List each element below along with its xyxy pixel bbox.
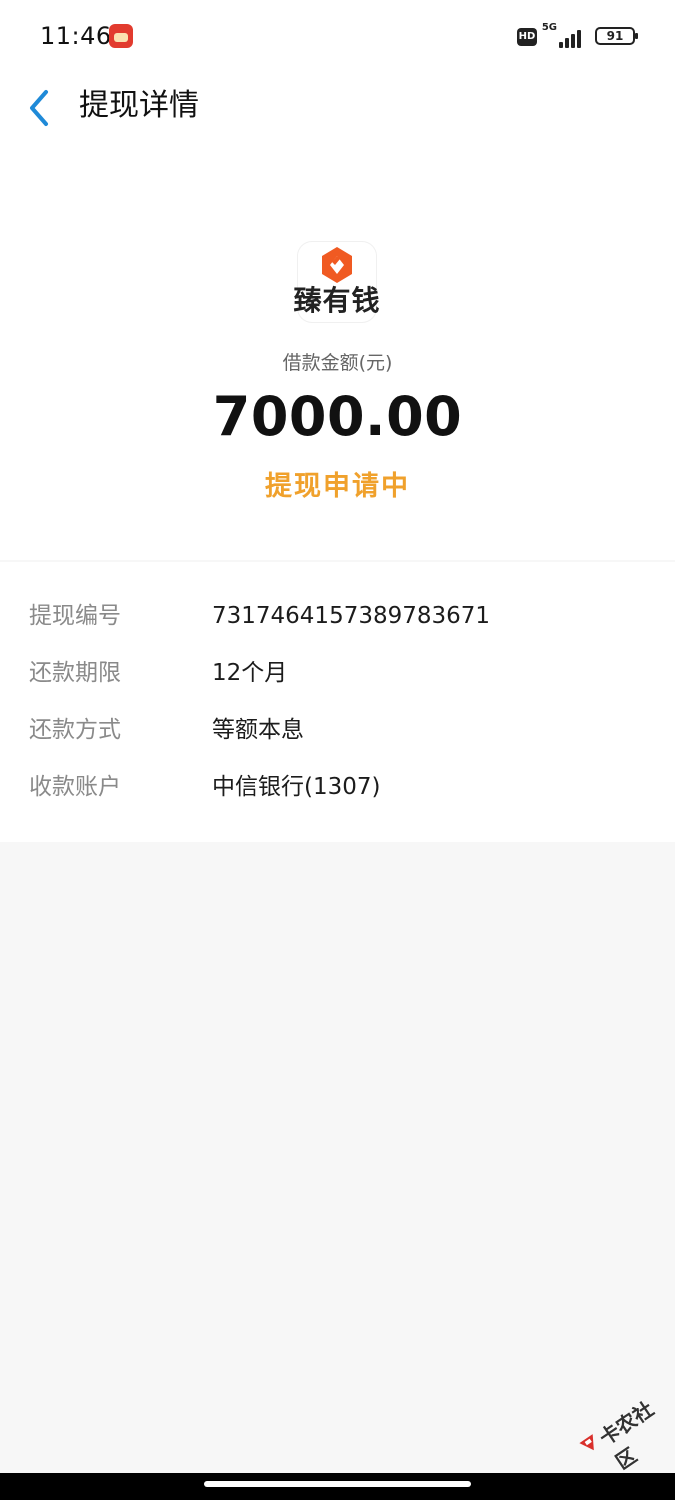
detail-label: 收款账户 <box>29 774 121 800</box>
detail-row-withdrawal-id: 提现编号 7317464157389783671 <box>0 596 675 636</box>
app-notification-icon <box>109 24 133 48</box>
detail-row-receiving-account: 收款账户 中信银行(1307) <box>0 767 675 807</box>
detail-label: 还款期限 <box>29 660 121 686</box>
back-button[interactable] <box>22 86 62 130</box>
brand-logo-text: 臻有钱 <box>293 284 381 317</box>
detail-label: 提现编号 <box>29 603 121 629</box>
status-time: 11:46 <box>40 22 112 50</box>
watermark: 卡农社区 <box>571 1381 673 1474</box>
detail-row-repayment-method: 还款方式 等额本息 <box>0 710 675 750</box>
chevron-left-icon <box>30 90 48 126</box>
amount-value: 7000.00 <box>212 385 463 448</box>
withdrawal-status: 提现申请中 <box>265 471 410 502</box>
brand-logo: 臻有钱 <box>293 242 380 322</box>
watermark-text: 卡农社区 <box>594 1396 659 1475</box>
hd-badge: HD <box>517 28 537 46</box>
amount-summary: 臻有钱 借款金额(元) 7000.00 提现申请中 <box>0 140 675 560</box>
amount-label: 借款金额(元) <box>282 352 393 374</box>
detail-label: 还款方式 <box>29 717 121 743</box>
battery-icon: 91 <box>595 27 638 45</box>
status-bar: 11:46 HD 5G 91 <box>0 0 675 76</box>
withdrawal-details: 提现编号 7317464157389783671 还款期限 12个月 还款方式 … <box>0 562 675 842</box>
detail-value: 等额本息 <box>212 717 304 743</box>
gesture-bar <box>0 1473 675 1500</box>
brand-logo-icon <box>322 247 352 283</box>
detail-value: 中信银行(1307) <box>212 774 381 800</box>
detail-row-repayment-term: 还款期限 12个月 <box>0 653 675 693</box>
nav-bar: 提现详情 <box>0 76 675 140</box>
page-title: 提现详情 <box>79 88 199 123</box>
home-indicator[interactable] <box>204 1481 471 1487</box>
detail-value: 12个月 <box>212 660 288 686</box>
signal-icon <box>549 26 581 48</box>
detail-value: 7317464157389783671 <box>212 603 491 629</box>
